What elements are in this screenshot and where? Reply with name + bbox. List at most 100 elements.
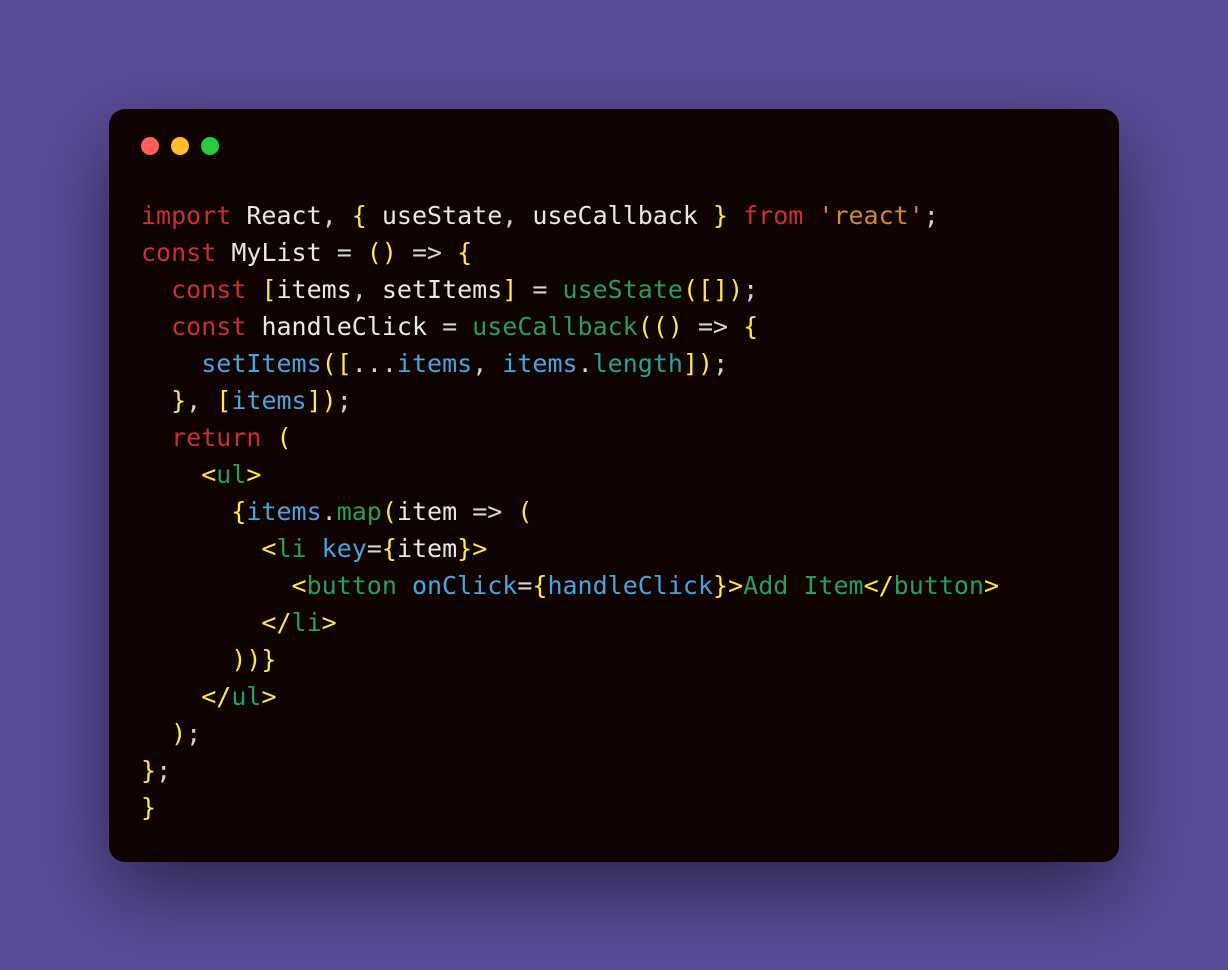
code-token: import: [141, 201, 231, 230]
code-token: ]: [502, 275, 517, 304]
code-token: useState: [367, 201, 502, 230]
code-token: 'react': [818, 201, 923, 230]
code-token: ): [728, 275, 743, 304]
code-token: (): [367, 238, 397, 267]
code-token: <: [261, 534, 276, 563]
code-token: ,: [472, 349, 502, 378]
code-token: }: [261, 645, 276, 674]
code-token: return: [171, 423, 261, 452]
code-token: handleClick: [261, 312, 427, 341]
code-token: [728, 312, 743, 341]
code-token: button: [307, 571, 397, 600]
code-token: ;: [156, 756, 171, 785]
code-token: [728, 201, 743, 230]
code-token: (: [517, 497, 532, 526]
code-token: =>: [698, 312, 728, 341]
code-token: items: [397, 349, 472, 378]
code-token: <: [201, 460, 216, 489]
code-token: item: [397, 497, 457, 526]
code-token: }: [141, 793, 156, 822]
code-token: (: [382, 497, 397, 526]
code-token: </: [864, 571, 894, 600]
code-token: [141, 682, 201, 711]
code-token: ;: [924, 201, 939, 230]
code-token: [: [337, 349, 352, 378]
code-token: [397, 571, 412, 600]
code-token: item: [397, 534, 457, 563]
code-token: [683, 312, 698, 341]
code-token: {: [352, 201, 367, 230]
code-token: [246, 275, 261, 304]
code-token: {: [532, 571, 547, 600]
code-token: [261, 423, 276, 452]
code-token: [141, 312, 171, 341]
code-token: [141, 534, 261, 563]
code-token: </: [261, 608, 291, 637]
code-token: {: [457, 238, 472, 267]
code-token: =>: [412, 238, 442, 267]
code-token: </: [201, 682, 231, 711]
code-token: }: [171, 386, 186, 415]
code-token: ...: [352, 349, 397, 378]
code-token: <: [292, 571, 307, 600]
code-token: MyList: [231, 238, 321, 267]
code-token: const: [141, 238, 216, 267]
code-token: button: [894, 571, 984, 600]
code-token: items: [231, 386, 306, 415]
code-token: [141, 571, 292, 600]
code-token: .: [322, 497, 337, 526]
code-token: {: [743, 312, 758, 341]
code-token: [442, 238, 457, 267]
code-token: ((): [638, 312, 683, 341]
code-token: }: [457, 534, 472, 563]
code-token: li: [292, 608, 322, 637]
code-token: [246, 312, 261, 341]
code-token: )): [231, 645, 261, 674]
code-token: =: [322, 238, 367, 267]
code-token: >: [261, 682, 276, 711]
code-token: handleClick: [547, 571, 713, 600]
code-token: >: [322, 608, 337, 637]
code-token: [141, 497, 231, 526]
code-token: =: [517, 275, 562, 304]
code-token: {: [231, 497, 246, 526]
code-token: ,: [322, 201, 352, 230]
code-token: ]: [683, 349, 698, 378]
code-token: ): [171, 719, 186, 748]
code-token: >: [984, 571, 999, 600]
code-token: from: [743, 201, 803, 230]
code-token: ,: [186, 386, 216, 415]
code-token: map: [337, 497, 382, 526]
maximize-icon[interactable]: [201, 137, 219, 155]
code-token: ,: [352, 275, 382, 304]
code-token: onClick: [412, 571, 517, 600]
code-token: [: [216, 386, 231, 415]
code-token: ]: [307, 386, 322, 415]
code-token: key: [322, 534, 367, 563]
code-token: [141, 349, 201, 378]
code-token: const: [171, 275, 246, 304]
code-token: ;: [713, 349, 728, 378]
minimize-icon[interactable]: [171, 137, 189, 155]
code-token: ): [698, 349, 713, 378]
code-token: .: [578, 349, 593, 378]
code-token: >: [246, 460, 261, 489]
code-token: [141, 608, 261, 637]
close-icon[interactable]: [141, 137, 159, 155]
code-token: ul: [216, 460, 246, 489]
code-token: [216, 238, 231, 267]
code-token: ;: [743, 275, 758, 304]
code-token: ;: [186, 719, 201, 748]
code-token: =: [367, 534, 382, 563]
code-token: [397, 238, 412, 267]
code-token: {: [382, 534, 397, 563]
code-token: [457, 497, 472, 526]
code-token: li: [276, 534, 306, 563]
code-token: >: [472, 534, 487, 563]
code-token: (: [322, 349, 337, 378]
code-token: [: [261, 275, 276, 304]
code-window: import React, { useState, useCallback } …: [109, 109, 1119, 862]
code-token: items: [502, 349, 577, 378]
code-token: >: [728, 571, 743, 600]
code-token: [141, 386, 171, 415]
